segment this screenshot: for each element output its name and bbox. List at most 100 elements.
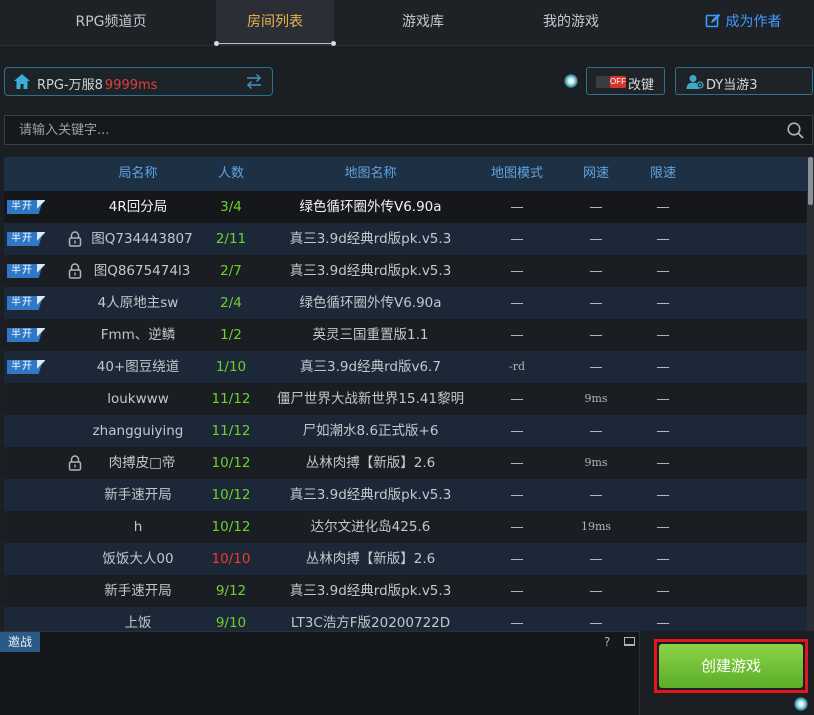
ping-value: — (589, 551, 603, 567)
table-row[interactable]: 新手速开局 10/12 真三3.9d经典rd版pk.v5.3 — — — (4, 479, 807, 511)
map-mode: — (510, 551, 524, 567)
map-mode: — (510, 455, 524, 471)
ping-value: — (589, 583, 603, 599)
ping-value: — (589, 231, 603, 247)
room-name: 40+图豆绕道 (96, 359, 180, 375)
table-scrollbar[interactable] (807, 157, 814, 631)
map-mode: — (510, 615, 524, 631)
create-game-button[interactable]: 创建游戏 (659, 644, 803, 688)
speed-limit: — (656, 551, 670, 567)
edit-icon (705, 13, 720, 28)
user-account-button[interactable]: DY当游3 (675, 67, 813, 95)
user-name: DY当游3 (706, 78, 758, 93)
table-header: 局名称 人数 地图名称 地图模式 网速 限速 (4, 157, 807, 191)
table-row[interactable]: h 10/12 达尔文进化岛425.6 — 19ms — (4, 511, 807, 543)
become-author-label: 成为作者 (725, 14, 782, 30)
map-mode: — (510, 519, 524, 535)
minimize-icon[interactable] (624, 637, 635, 646)
map-mode: -rd (508, 360, 526, 373)
player-count: 10/10 (211, 551, 251, 567)
tab-game-library[interactable]: 游戏库 (364, 0, 482, 46)
map-name: LT3C浩方F版20200722D (290, 615, 451, 631)
badge-flag-icon (37, 328, 45, 342)
lock-icon (68, 263, 82, 279)
ping-value: — (589, 615, 603, 631)
speed-limit: — (656, 519, 670, 535)
table-row[interactable]: 半开 图Q8675474l3 2/7 真三3.9d经典rd版pk.v5.3— — — (4, 255, 807, 287)
speed-limit: — (656, 423, 670, 439)
table-row[interactable]: 半开 4人原地主sw 2/4 绿色循环圈外传V6.90a — — — (4, 287, 807, 319)
tab-room-list[interactable]: 房间列表 (214, 0, 336, 46)
tab-my-games[interactable]: 我的游戏 (512, 0, 630, 46)
search-input[interactable] (5, 116, 775, 144)
speed-limit: — (656, 487, 670, 503)
player-count: 10/12 (211, 519, 251, 535)
map-name: 真三3.9d经典rd版v6.7 (300, 359, 441, 375)
map-name: 绿色循环圈外传V6.90a (299, 199, 442, 215)
challenge-tab[interactable]: 邀战 (0, 632, 41, 652)
tab-rpg-channel[interactable]: RPG频道页 (40, 0, 182, 46)
map-name: 尸如潮水8.6正式版+6 (302, 423, 439, 439)
player-count: 10/12 (211, 487, 251, 503)
speed-limit: — (656, 327, 670, 343)
player-count: 11/12 (211, 423, 251, 439)
ping-value: 9ms (584, 456, 608, 469)
map-mode: — (510, 423, 524, 439)
table-row[interactable]: loukwww 11/12 僵尸世界大战新世界15.41黎明 — 9ms — (4, 383, 807, 415)
table-row[interactable]: 半开 Fmm、逆鳞 1/2 英灵三国重置版1.1— — — (4, 319, 807, 351)
room-name: 图Q734443807 (91, 231, 193, 247)
table-row[interactable]: zhangguiying 11/12 尸如潮水8.6正式版+6 — — — (4, 415, 807, 447)
map-name: 真三3.9d经典rd版pk.v5.3 (289, 231, 452, 247)
become-author-link[interactable]: 成为作者 (684, 0, 802, 46)
lock-icon (68, 455, 82, 471)
speed-limit: — (656, 359, 670, 375)
map-name: 达尔文进化岛425.6 (310, 519, 431, 535)
col-players[interactable]: 人数 (201, 157, 261, 191)
table-row[interactable]: 肉搏皮□帝 10/12 丛林肉搏【新版】2.6 — 9ms — (4, 447, 807, 479)
player-count: 2/11 (215, 231, 247, 247)
help-icon[interactable]: ? (604, 635, 610, 649)
server-ping: 9999ms (104, 78, 158, 93)
player-count: 9/12 (215, 583, 247, 599)
col-speed-limit[interactable]: 限速 (633, 157, 693, 191)
col-map-mode[interactable]: 地图模式 (477, 157, 557, 191)
badge-flag-icon (37, 232, 45, 246)
map-mode: — (510, 295, 524, 311)
table-row[interactable]: 半开 4R回分局 3/4 绿色循环圈外传V6.90a — — — (4, 191, 807, 223)
badge-flag-icon (37, 264, 45, 278)
key-remap-button[interactable]: OFF 改键 (586, 67, 665, 95)
search-bar (4, 115, 813, 145)
room-name: h (133, 519, 143, 535)
table-row[interactable]: 上饭 9/10 LT3C浩方F版20200722D — — — (4, 607, 807, 631)
search-icon[interactable] (787, 122, 804, 139)
player-count: 10/12 (211, 455, 251, 471)
col-room-name[interactable]: 局名称 (88, 157, 188, 191)
speed-limit: — (656, 391, 670, 407)
chat-panel: 邀战 ? (0, 631, 640, 715)
col-map-name[interactable]: 地图名称 (282, 157, 459, 191)
speed-limit: — (656, 583, 670, 599)
switch-server-icon[interactable] (245, 73, 263, 90)
table-row[interactable]: 半开 40+图豆绕道 1/10 真三3.9d经典rd版v6.7 -rd — — (4, 351, 807, 383)
map-name: 绿色循环圈外传V6.90a (299, 295, 442, 311)
speed-limit: — (656, 231, 670, 247)
tab-room-list-label: 房间列表 (247, 14, 303, 30)
table-row[interactable]: 新手速开局 9/12 真三3.9d经典rd版pk.v5.3 — — — (4, 575, 807, 607)
map-mode: — (510, 327, 524, 343)
player-count: 1/2 (220, 327, 242, 343)
scrollbar-thumb[interactable] (808, 157, 813, 205)
table-row[interactable]: 半开 图Q734443807 2/11 真三3.9d经典rd版pk.v5.3— — — (4, 223, 807, 255)
server-selector[interactable]: RPG-万服8 9999ms (4, 67, 273, 96)
home-icon (14, 74, 30, 89)
ping-value: — (589, 359, 603, 375)
create-game-highlight: 创建游戏 (654, 639, 808, 693)
key-remap-toggle[interactable]: OFF (596, 76, 626, 88)
room-name: 上饭 (124, 615, 152, 631)
player-count: 11/12 (211, 391, 251, 407)
map-name: 真三3.9d经典rd版pk.v5.3 (289, 487, 452, 503)
table-row[interactable]: 饭饭大人00 10/10 丛林肉搏【新版】2.6 — — — (4, 543, 807, 575)
col-ping[interactable]: 网速 (566, 157, 626, 191)
server-name: RPG-万服8 9999ms (37, 78, 158, 93)
map-name: 丛林肉搏【新版】2.6 (305, 455, 436, 471)
ping-value: — (589, 199, 603, 215)
